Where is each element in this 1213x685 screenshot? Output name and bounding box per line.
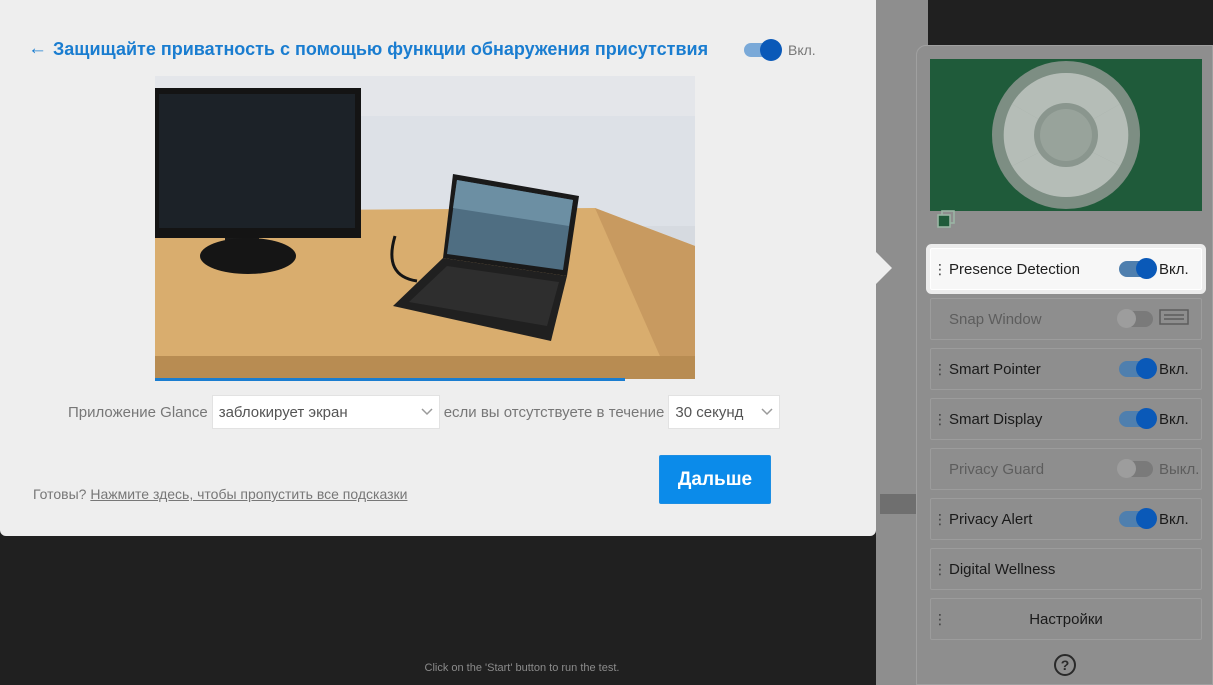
privacy-alert-row[interactable]: ⋮ Privacy Alert Вкл. <box>930 498 1202 540</box>
toggle-state-label: Вкл. <box>788 42 816 58</box>
drag-handle-icon[interactable]: ⋮ <box>931 262 949 276</box>
smart-display-toggle[interactable] <box>1119 408 1157 429</box>
privacy-guard-state: Выкл. <box>1159 460 1200 478</box>
snap-window-icon <box>1159 309 1201 329</box>
settings-row[interactable]: ⋮ Настройки <box>930 598 1202 640</box>
smart-pointer-state: Вкл. <box>1159 360 1189 378</box>
glance-side-panel: ⋮ Presence Detection Вкл. Snap Window ⋮ … <box>916 45 1213 685</box>
ready-prompt: Готовы? Нажмите здесь, чтобы пропустить … <box>33 486 407 502</box>
chevron-down-icon <box>421 408 433 416</box>
presence-detection-label: Presence Detection <box>949 260 1080 278</box>
back-arrow-icon[interactable]: ← <box>28 38 47 60</box>
video-progress-bar[interactable] <box>155 378 625 381</box>
action-select[interactable]: заблокирует экран <box>211 395 440 429</box>
hint-pointer-arrow <box>876 252 892 284</box>
sentence-prefix: Приложение Glance <box>68 403 208 421</box>
dialog-title-text: Защищайте приватность с помощью функции … <box>53 38 709 59</box>
privacy-guard-toggle[interactable] <box>1117 459 1153 478</box>
time-select-value: 30 секунд <box>675 403 744 421</box>
next-button[interactable]: Дальше <box>659 455 771 504</box>
smart-pointer-toggle[interactable] <box>1119 358 1157 379</box>
privacy-guard-row[interactable]: Privacy Guard Выкл. <box>930 448 1202 490</box>
privacy-alert-label: Privacy Alert <box>949 510 1033 528</box>
snap-window-row[interactable]: Snap Window <box>930 298 1202 340</box>
lock-settings-sentence: Приложение Glance заблокирует экран если… <box>68 395 781 429</box>
action-select-value: заблокирует экран <box>218 403 348 421</box>
aperture-icon <box>992 61 1140 209</box>
skip-tips-link[interactable]: Нажмите здесь, чтобы пропустить все подс… <box>90 486 407 502</box>
drag-handle-icon[interactable]: ⋮ <box>931 362 949 376</box>
drag-handle-icon[interactable]: ⋮ <box>931 612 949 626</box>
digital-wellness-row[interactable]: ⋮ Digital Wellness <box>930 548 1202 590</box>
toggle-switch[interactable] <box>744 39 782 61</box>
dialog-title: ← Защищайте приватность с помощью функци… <box>28 38 708 60</box>
presence-detection-state: Вкл. <box>1159 260 1189 278</box>
smart-display-row[interactable]: ⋮ Smart Display Вкл. <box>930 398 1202 440</box>
help-icon[interactable]: ? <box>1054 654 1076 676</box>
view-mode-icons <box>880 494 916 514</box>
sentence-middle: если вы отсутствуете в течение <box>443 403 665 421</box>
ready-text: Готовы? <box>33 486 87 502</box>
presence-detection-dialog-toggle[interactable]: Вкл. <box>744 39 816 61</box>
chevron-down-icon <box>761 408 773 416</box>
privacy-alert-state: Вкл. <box>1159 510 1189 528</box>
smart-display-state: Вкл. <box>1159 410 1189 428</box>
smart-pointer-label: Smart Pointer <box>949 360 1041 378</box>
smart-pointer-row[interactable]: ⋮ Smart Pointer Вкл. <box>930 348 1202 390</box>
presence-detection-row[interactable]: ⋮ Presence Detection Вкл. <box>930 248 1202 290</box>
drag-handle-icon[interactable]: ⋮ <box>931 562 949 576</box>
demo-video[interactable] <box>155 76 695 379</box>
drag-handle-icon[interactable]: ⋮ <box>931 412 949 426</box>
footer-status-text: Click on the 'Start' button to run the t… <box>424 662 620 674</box>
snap-window-toggle[interactable] <box>1117 309 1153 328</box>
time-select[interactable]: 30 секунд <box>668 395 781 429</box>
digital-wellness-label: Digital Wellness <box>949 560 1056 578</box>
privacy-alert-toggle[interactable] <box>1119 508 1157 529</box>
smart-display-label: Smart Display <box>949 410 1043 428</box>
presence-detection-toggle[interactable] <box>1119 258 1157 279</box>
privacy-guard-label: Privacy Guard <box>949 460 1045 478</box>
copy-icon[interactable] <box>936 209 956 229</box>
drag-handle-icon[interactable]: ⋮ <box>931 512 949 526</box>
tutorial-dialog: ← Защищайте приватность с помощью функци… <box>0 0 876 536</box>
camera-preview <box>930 59 1202 228</box>
settings-label: Настройки <box>1029 610 1103 628</box>
snap-window-label: Snap Window <box>949 310 1042 328</box>
